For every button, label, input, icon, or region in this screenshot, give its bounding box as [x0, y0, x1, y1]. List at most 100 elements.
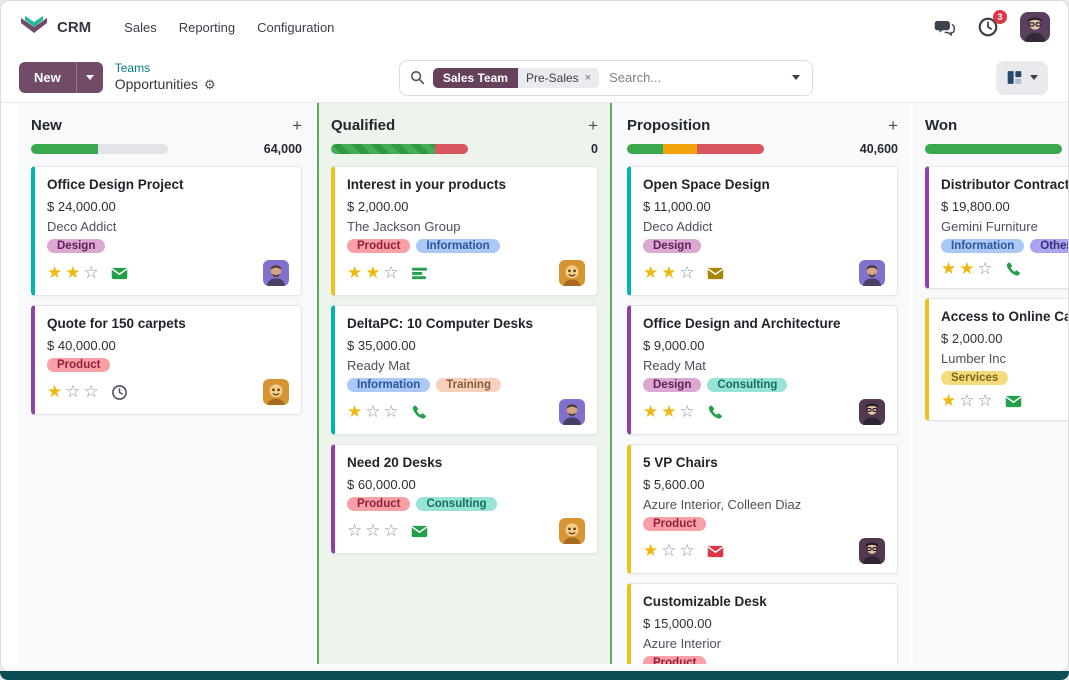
search-input[interactable]: Search... — [609, 70, 780, 85]
envelope-icon[interactable] — [707, 264, 725, 282]
star-filled-icon[interactable]: ★ — [661, 402, 676, 421]
tag-product[interactable]: Product — [347, 497, 411, 511]
add-record-button[interactable]: + — [888, 117, 898, 134]
column-progressbar[interactable] — [627, 144, 764, 154]
star-empty-icon[interactable]: ☆ — [65, 382, 80, 401]
tag-training[interactable]: Training — [436, 378, 501, 392]
phone-icon[interactable] — [707, 403, 725, 421]
opportunity-card[interactable]: Need 20 Desks $ 60,000.00 Product Consult… — [331, 444, 598, 554]
envelope-icon[interactable] — [111, 264, 129, 282]
odoo-logo-icon[interactable] — [19, 14, 49, 40]
new-button-dropdown[interactable] — [75, 62, 103, 93]
tag-other[interactable]: Other — [1030, 239, 1068, 253]
star-empty-icon[interactable]: ☆ — [978, 259, 993, 278]
tag-product[interactable]: Product — [643, 656, 707, 664]
star-filled-icon[interactable]: ★ — [65, 263, 80, 282]
progress-segment-orange[interactable] — [662, 144, 697, 154]
tag-services[interactable]: Services — [941, 371, 1009, 385]
progress-segment-green[interactable] — [925, 144, 1062, 154]
activity-clock-icon[interactable]: 3 — [976, 10, 1007, 39]
opportunity-card[interactable]: Distributor Contract $ 19,800.00 Gemini … — [925, 166, 1068, 289]
star-filled-icon[interactable]: ★ — [643, 263, 658, 282]
list-icon[interactable] — [411, 264, 429, 282]
column-progressbar[interactable] — [31, 144, 168, 154]
menu-configuration[interactable]: Configuration — [257, 20, 334, 35]
opportunity-card[interactable]: Office Design Project $ 24,000.00 Deco A… — [31, 166, 302, 296]
star-empty-icon[interactable]: ☆ — [959, 391, 974, 410]
star-filled-icon[interactable]: ★ — [941, 391, 956, 410]
star-empty-icon[interactable]: ☆ — [384, 263, 399, 282]
opportunity-card[interactable]: DeltaPC: 10 Computer Desks $ 35,000.00 R… — [331, 305, 598, 435]
star-filled-icon[interactable]: ★ — [347, 263, 362, 282]
star-empty-icon[interactable]: ☆ — [384, 402, 399, 421]
phone-icon[interactable] — [1005, 261, 1023, 279]
progress-segment-red[interactable] — [696, 144, 764, 154]
star-filled-icon[interactable]: ★ — [347, 402, 362, 421]
tag-consulting[interactable]: Consulting — [707, 378, 788, 392]
star-filled-icon[interactable]: ★ — [365, 263, 380, 282]
tag-design[interactable]: Design — [643, 378, 702, 392]
column-title[interactable]: Proposition — [627, 117, 710, 134]
column-title[interactable]: New — [31, 117, 62, 134]
star-filled-icon[interactable]: ★ — [661, 263, 676, 282]
star-empty-icon[interactable]: ☆ — [365, 402, 380, 421]
tag-product[interactable]: Product — [347, 239, 411, 253]
star-filled-icon[interactable]: ★ — [643, 402, 658, 421]
tag-information[interactable]: Information — [416, 239, 500, 253]
star-filled-icon[interactable]: ★ — [643, 541, 658, 560]
envelope-icon[interactable] — [411, 522, 429, 540]
tag-information[interactable]: Information — [347, 378, 431, 392]
search-dropdown-toggle[interactable] — [780, 61, 812, 95]
star-filled-icon[interactable]: ★ — [959, 259, 974, 278]
tag-design[interactable]: Design — [643, 239, 702, 253]
star-empty-icon[interactable]: ☆ — [978, 391, 993, 410]
menu-reporting[interactable]: Reporting — [179, 20, 235, 35]
envelope-icon[interactable] — [707, 542, 725, 560]
star-filled-icon[interactable]: ★ — [47, 382, 62, 401]
column-title[interactable]: Won — [925, 117, 957, 134]
progress-segment-green-striped[interactable] — [331, 144, 436, 154]
search-bar[interactable]: Sales Team Pre-Sales × Search... — [398, 59, 813, 96]
app-title[interactable]: CRM — [57, 19, 91, 36]
tag-consulting[interactable]: Consulting — [416, 497, 497, 511]
opportunity-card[interactable]: Customizable Desk $ 15,000.00 Azure Inte… — [627, 583, 898, 664]
new-button[interactable]: New — [19, 62, 76, 93]
opportunity-card[interactable]: Office Design and Architecture $ 9,000.0… — [627, 305, 898, 435]
column-title[interactable]: Qualified — [331, 117, 395, 134]
user-avatar[interactable] — [1020, 12, 1050, 42]
add-record-button[interactable]: + — [588, 117, 598, 134]
opportunity-card[interactable]: Open Space Design $ 11,000.00 Deco Addic… — [627, 166, 898, 296]
remove-facet-icon[interactable]: × — [585, 72, 591, 84]
star-empty-icon[interactable]: ☆ — [84, 263, 99, 282]
star-empty-icon[interactable]: ☆ — [365, 521, 380, 540]
clock-icon[interactable] — [111, 383, 129, 401]
breadcrumb-teams-link[interactable]: Teams — [115, 61, 216, 76]
tag-design[interactable]: Design — [47, 239, 106, 253]
star-empty-icon[interactable]: ☆ — [84, 382, 99, 401]
phone-icon[interactable] — [411, 403, 429, 421]
star-empty-icon[interactable]: ☆ — [347, 521, 362, 540]
tag-product[interactable]: Product — [643, 517, 707, 531]
gear-icon[interactable]: ⚙ — [204, 77, 216, 93]
column-progressbar[interactable] — [925, 144, 1062, 154]
star-filled-icon[interactable]: ★ — [47, 263, 62, 282]
star-empty-icon[interactable]: ☆ — [661, 541, 676, 560]
progress-segment-green[interactable] — [627, 144, 663, 154]
tag-information[interactable]: Information — [941, 239, 1025, 253]
opportunity-card[interactable]: Access to Online Catalog $ 2,000.00 Lumb… — [925, 298, 1068, 421]
add-record-button[interactable]: + — [292, 117, 302, 134]
tag-product[interactable]: Product — [47, 358, 111, 372]
view-switcher-button[interactable] — [995, 60, 1048, 95]
envelope-icon[interactable] — [1005, 393, 1023, 411]
opportunity-card[interactable]: 5 VP Chairs $ 5,600.00 Azure Interior, C… — [627, 444, 898, 574]
star-empty-icon[interactable]: ☆ — [680, 541, 695, 560]
column-progressbar[interactable] — [331, 144, 468, 154]
star-empty-icon[interactable]: ☆ — [680, 402, 695, 421]
star-filled-icon[interactable]: ★ — [941, 259, 956, 278]
progress-segment-red[interactable] — [435, 144, 468, 154]
menu-sales[interactable]: Sales — [124, 20, 157, 35]
opportunity-card[interactable]: Interest in your products $ 2,000.00 The… — [331, 166, 598, 296]
star-empty-icon[interactable]: ☆ — [680, 263, 695, 282]
progress-segment-green[interactable] — [31, 144, 99, 154]
opportunity-card[interactable]: Quote for 150 carpets $ 40,000.00 Produc… — [31, 305, 302, 415]
